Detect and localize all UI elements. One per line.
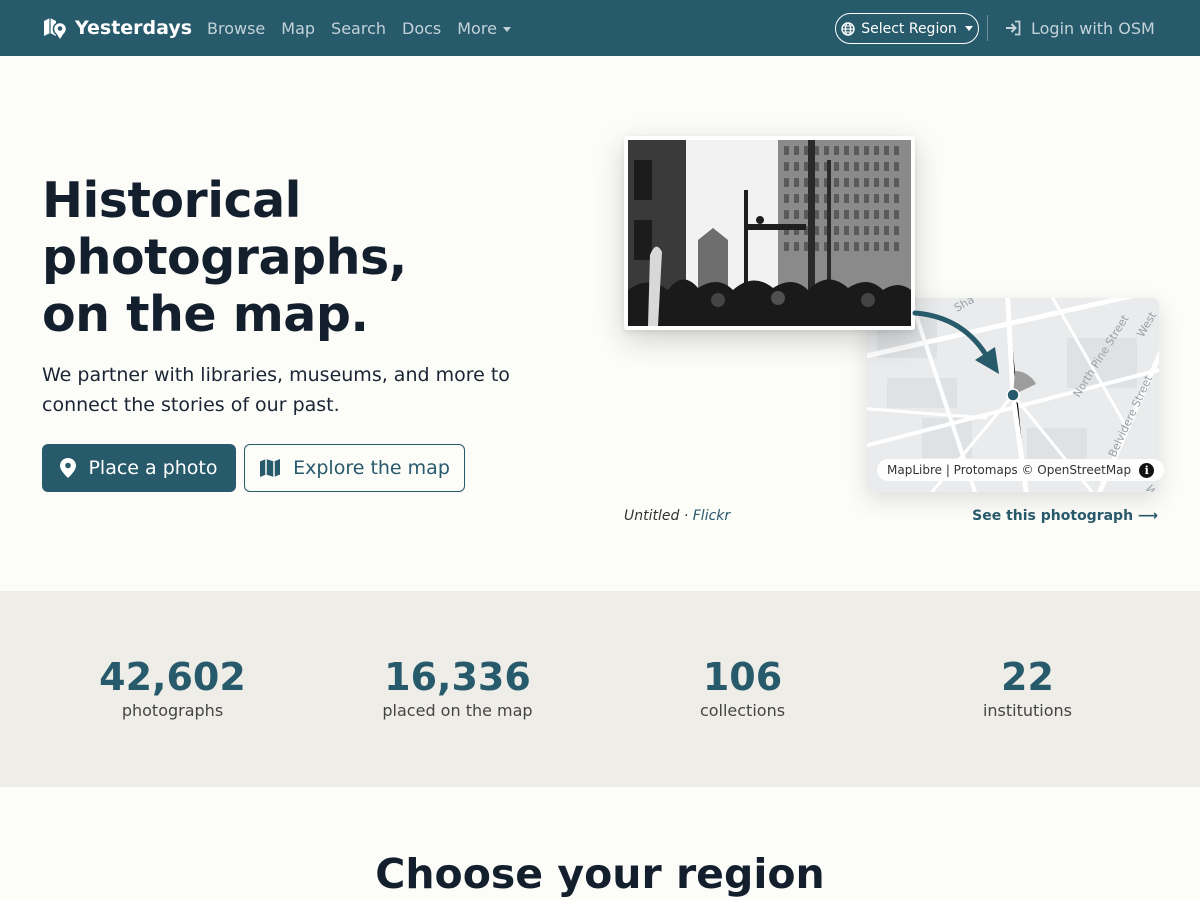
photo-source-link[interactable]: Flickr (693, 508, 730, 524)
featured-photo[interactable] (624, 136, 915, 330)
map-pin-logo-icon (44, 18, 68, 39)
stat-value: 106 (702, 655, 783, 699)
stat-institutions: 22 institutions (885, 653, 1170, 721)
nav-divider (987, 15, 988, 41)
login-link[interactable]: Login with OSM (1005, 0, 1155, 56)
globe-icon (841, 21, 855, 36)
login-label: Login with OSM (1031, 18, 1155, 38)
stat-label: placed on the map (382, 701, 533, 720)
navbar: Yesterdays Browse Map Search Docs More S… (0, 0, 1200, 56)
brand-name: Yesterdays (75, 17, 193, 39)
stat-collections: 106 collections (600, 653, 885, 721)
stat-placed: 16,336 placed on the map (315, 653, 600, 721)
explore-map-button[interactable]: Explore the map (244, 444, 465, 492)
stat-label: collections (699, 701, 786, 720)
stat-value: 42,602 (99, 655, 246, 699)
photo-caption: Untitled · Flickr (624, 508, 730, 524)
chevron-down-icon (502, 26, 511, 32)
stats-band: 42,602 photographs 16,336 placed on the … (0, 591, 1200, 787)
brand-logo[interactable]: Yesterdays (43, 0, 192, 56)
nav-links: Browse Map Search Docs More (207, 0, 527, 56)
hero-subtitle: We partner with libraries, museums, and … (42, 364, 510, 416)
see-photograph-link[interactable]: See this photograph ⟶ (972, 508, 1158, 524)
sign-in-icon (1006, 20, 1021, 36)
map-attribution: MapLibre | Protomaps © OpenStreetMap i (877, 459, 1165, 481)
caption-separator: · (679, 508, 693, 524)
stat-label: photographs (121, 701, 224, 720)
nav-docs[interactable]: Docs (402, 19, 441, 38)
stat-photographs: 42,602 photographs (30, 653, 315, 721)
choose-region-heading: Choose your region (375, 850, 825, 898)
hero-title-line: Historical (42, 172, 301, 229)
nav-search[interactable]: Search (331, 19, 386, 38)
info-icon[interactable]: i (1139, 462, 1155, 478)
map-icon (260, 459, 281, 477)
historical-photo-image (628, 140, 911, 326)
attribution-text: MapLibre | Protomaps © OpenStreetMap (887, 463, 1132, 477)
explore-map-label: Explore the map (293, 457, 450, 479)
stat-label: institutions (982, 701, 1073, 720)
photo-title: Untitled (624, 508, 680, 524)
select-region-button[interactable]: Select Region (835, 13, 979, 44)
location-arrow-icon (912, 310, 999, 374)
stat-value: 22 (1001, 655, 1054, 699)
photo-location-marker[interactable] (1006, 388, 1020, 402)
select-region-label: Select Region (861, 20, 957, 37)
stat-value: 16,336 (384, 655, 531, 699)
hero-title-line: on the map. (42, 286, 369, 343)
nav-browse[interactable]: Browse (207, 19, 265, 38)
chevron-down-icon (964, 26, 973, 31)
hero-title-line: photographs, (42, 229, 407, 286)
nav-map[interactable]: Map (281, 19, 315, 38)
place-photo-label: Place a photo (88, 457, 218, 479)
map-marker-icon (60, 458, 77, 478)
hero-title: Historical photographs, on the map. (42, 172, 407, 343)
nav-more-dropdown[interactable]: More (457, 19, 511, 38)
place-photo-button[interactable]: Place a photo (42, 444, 236, 492)
nav-more-label: More (457, 18, 497, 38)
